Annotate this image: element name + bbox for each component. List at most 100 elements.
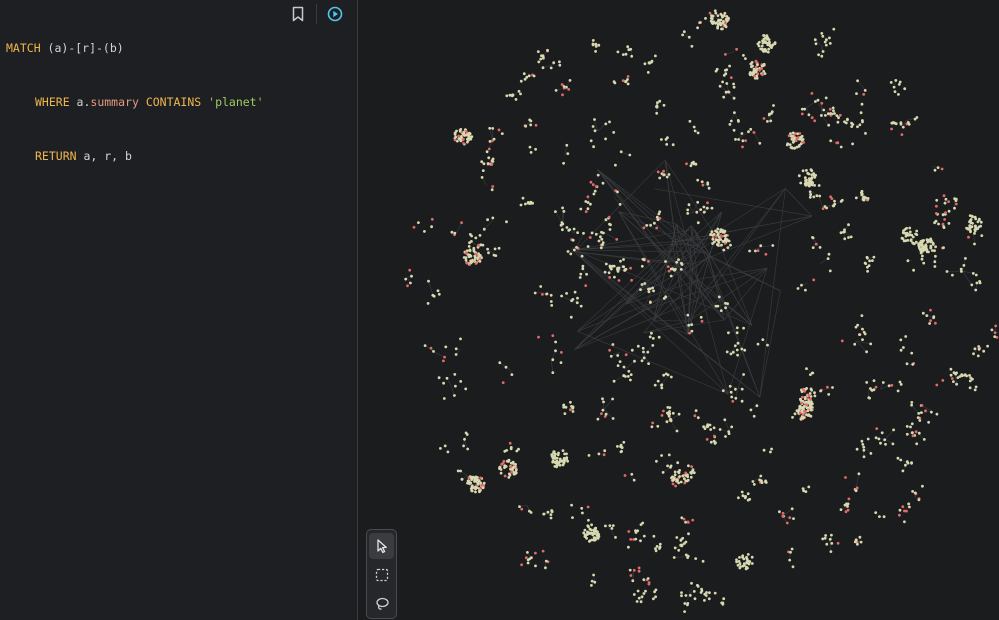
graph-node[interactable] (974, 273, 978, 277)
graph-node[interactable] (514, 98, 518, 101)
graph-node[interactable] (968, 220, 972, 224)
graph-node[interactable] (526, 558, 530, 562)
graph-node[interactable] (749, 127, 753, 131)
graph-node[interactable] (671, 143, 675, 147)
graph-node[interactable] (813, 394, 817, 398)
graph-node[interactable] (788, 558, 792, 562)
graph-node[interactable] (969, 376, 973, 380)
graph-node[interactable] (921, 254, 924, 258)
graph-node[interactable] (750, 562, 754, 565)
graph-node[interactable] (912, 242, 916, 246)
graph-node[interactable] (714, 21, 718, 25)
graph-node[interactable] (809, 404, 813, 408)
graph-node[interactable] (891, 442, 895, 446)
graph-node[interactable] (913, 491, 917, 495)
graph-node[interactable] (596, 417, 600, 421)
graph-node[interactable] (762, 37, 766, 41)
graph-node[interactable] (612, 379, 616, 383)
graph-node[interactable] (947, 222, 951, 225)
graph-node[interactable] (669, 375, 673, 379)
graph-node[interactable] (563, 412, 567, 415)
graph-node[interactable] (824, 534, 827, 537)
graph-node[interactable] (866, 437, 870, 441)
graph-node[interactable] (492, 253, 496, 257)
graph-node[interactable] (430, 217, 434, 221)
graph-node[interactable] (465, 261, 469, 265)
graph-node[interactable] (619, 445, 622, 448)
graph-node[interactable] (978, 281, 982, 285)
graph-node[interactable] (943, 201, 947, 205)
graph-node[interactable] (741, 554, 745, 558)
graph-node[interactable] (736, 353, 739, 357)
graph-node[interactable] (478, 489, 482, 492)
graph-node[interactable] (617, 279, 621, 282)
graph-node[interactable] (427, 279, 430, 283)
graph-node[interactable] (817, 184, 821, 187)
graph-node[interactable] (911, 434, 915, 438)
graph-node[interactable] (829, 139, 833, 143)
graph-node[interactable] (910, 403, 913, 407)
graph-node[interactable] (690, 581, 693, 585)
graph-node[interactable] (691, 518, 695, 522)
graph-node[interactable] (727, 16, 730, 20)
graph-node[interactable] (666, 136, 669, 140)
graph-node[interactable] (766, 36, 770, 40)
graph-node[interactable] (654, 54, 657, 58)
graph-node[interactable] (651, 286, 654, 290)
graph-node[interactable] (608, 276, 612, 279)
graph-node[interactable] (470, 234, 473, 238)
graph-node[interactable] (561, 228, 564, 232)
graph-node[interactable] (862, 448, 866, 452)
graph-node[interactable] (551, 459, 555, 463)
graph-node[interactable] (629, 266, 632, 270)
graph-node[interactable] (874, 511, 878, 514)
graph-node[interactable] (847, 223, 850, 227)
graph-visualization[interactable] (358, 0, 999, 620)
graph-node[interactable] (877, 437, 881, 441)
graph-node[interactable] (593, 580, 597, 584)
graph-node[interactable] (524, 124, 528, 128)
graph-node[interactable] (974, 385, 978, 389)
graph-node[interactable] (479, 476, 482, 480)
graph-node[interactable] (935, 412, 939, 416)
graph-node[interactable] (554, 210, 557, 214)
graph-node[interactable] (579, 304, 583, 308)
graph-node[interactable] (719, 309, 723, 312)
graph-node[interactable] (611, 524, 615, 527)
graph-node[interactable] (721, 80, 724, 84)
graph-node[interactable] (712, 426, 716, 430)
graph-node[interactable] (575, 246, 578, 249)
graph-node[interactable] (666, 464, 669, 468)
graph-node[interactable] (462, 142, 465, 145)
graph-node[interactable] (601, 243, 604, 247)
graph-node[interactable] (726, 246, 730, 250)
graph-node[interactable] (740, 387, 744, 391)
graph-node[interactable] (585, 272, 588, 276)
graph-node[interactable] (616, 50, 620, 54)
graph-node[interactable] (896, 389, 900, 393)
graph-node[interactable] (565, 457, 569, 461)
graph-node[interactable] (616, 445, 619, 448)
graph-node[interactable] (934, 321, 937, 325)
graph-node[interactable] (432, 294, 436, 298)
graph-node[interactable] (690, 329, 694, 333)
graph-node[interactable] (576, 296, 579, 300)
graph-node[interactable] (656, 218, 660, 222)
graph-node[interactable] (579, 207, 583, 211)
graph-node[interactable] (937, 222, 940, 226)
graph-node[interactable] (689, 475, 693, 479)
graph-node[interactable] (442, 397, 446, 400)
graph-node[interactable] (856, 79, 859, 83)
graph-node[interactable] (629, 574, 633, 577)
graph-node[interactable] (803, 176, 807, 180)
graph-node[interactable] (855, 92, 858, 95)
graph-node[interactable] (549, 293, 553, 297)
graph-node[interactable] (690, 323, 693, 326)
graph-node[interactable] (816, 98, 820, 102)
graph-node[interactable] (468, 241, 471, 245)
graph-node[interactable] (487, 251, 490, 255)
graph-node[interactable] (907, 502, 911, 506)
graph-node[interactable] (478, 234, 482, 237)
graph-node[interactable] (940, 167, 944, 171)
graph-node[interactable] (813, 391, 816, 395)
